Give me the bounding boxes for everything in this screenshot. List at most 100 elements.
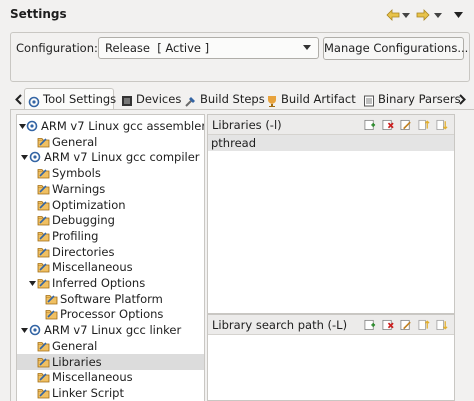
tree-item-label: Miscellaneous	[52, 260, 133, 275]
tab-label: Build Artifact	[281, 91, 356, 106]
tool-icon	[29, 151, 42, 163]
tab-label: Build Steps	[200, 91, 265, 106]
move-up-icon[interactable]	[418, 318, 430, 331]
expand-triangle-icon[interactable]	[27, 280, 37, 287]
option-category-icon	[37, 340, 50, 352]
move-down-icon[interactable]	[436, 318, 448, 331]
back-arrow-icon[interactable]	[385, 8, 401, 22]
tree-item-label: Miscellaneous	[52, 370, 133, 385]
option-category-icon	[37, 183, 50, 195]
tab-label: Devices	[136, 91, 182, 106]
tree-item[interactable]: Processor Options	[17, 306, 204, 322]
expand-triangle-icon[interactable]	[19, 327, 29, 334]
tab-devices[interactable]: Devices	[118, 88, 184, 110]
option-category-icon	[37, 214, 50, 226]
option-category-icon	[37, 167, 50, 179]
tree-item-label: Profiling	[52, 228, 99, 243]
tab-tool-settings[interactable]: Tool Settings	[24, 88, 117, 110]
forward-menu-icon[interactable]	[433, 8, 443, 22]
expand-triangle-icon[interactable]	[19, 123, 26, 130]
tab-build-artifact[interactable]: Build Artifact	[263, 88, 359, 110]
tree-item-label: Warnings	[52, 181, 106, 196]
tree-item-label: Inferred Options	[52, 276, 146, 290]
move-up-icon[interactable]	[418, 118, 430, 131]
edit-icon[interactable]	[400, 118, 412, 131]
tree-item[interactable]: Optimization	[17, 197, 204, 213]
tree-item[interactable]: Symbols	[17, 165, 204, 181]
edit-icon[interactable]	[400, 318, 412, 331]
libraries-panel: Libraries (-l) pthread	[207, 114, 455, 314]
expand-triangle-icon[interactable]	[19, 154, 29, 161]
list-item[interactable]: pthread	[208, 135, 454, 151]
option-category-icon	[37, 199, 50, 211]
chevron-down-icon	[303, 45, 311, 50]
tab-scroll-right-icon[interactable]	[456, 90, 468, 108]
tree-item[interactable]: Inferred Options	[17, 275, 204, 291]
delete-icon[interactable]	[382, 118, 394, 131]
configuration-select-value: Release [ Active ]	[105, 41, 210, 55]
tree-item-label: ARM v7 Linux gcc assembler	[41, 119, 205, 133]
tree-item[interactable]: Software Platform	[17, 291, 204, 307]
tool-settings-icon	[28, 94, 40, 107]
manage-configurations-button[interactable]: Manage Configurations...	[323, 37, 468, 60]
tab-strip: Tool Settings Devices Build Steps Build …	[10, 88, 474, 110]
libraries-toolbar	[364, 118, 448, 131]
option-category-icon	[37, 261, 50, 273]
tree-item-label: General	[52, 134, 98, 149]
tree-item[interactable]: Directories	[17, 244, 204, 260]
tree-item-label: Processor Options	[60, 307, 164, 322]
tree-item-label: Debugging	[52, 213, 115, 228]
option-category-icon	[37, 136, 50, 148]
tree-item[interactable]: General	[17, 134, 204, 150]
tree-item-label: Optimization	[52, 197, 126, 212]
devices-icon	[121, 93, 133, 106]
option-category-icon	[45, 293, 58, 305]
tree-item[interactable]: Libraries	[17, 353, 204, 370]
libraries-list[interactable]: pthread	[208, 135, 454, 151]
tab-build-steps[interactable]: Build Steps	[182, 88, 268, 110]
library-search-path-panel-title: Library search path (-L)	[212, 317, 348, 332]
configuration-select[interactable]: Release [ Active ]	[98, 37, 319, 59]
option-category-icon	[37, 356, 50, 368]
tree-item-label: Linker Script	[52, 385, 124, 400]
library-search-path-toolbar	[364, 318, 448, 331]
tool-settings-tree[interactable]: ARM v7 Linux gcc assembler General ARM v7 …	[16, 114, 205, 401]
option-category-icon	[37, 371, 50, 383]
tree-item[interactable]: Miscellaneous	[17, 369, 204, 385]
tree-item-label: Symbols	[52, 166, 101, 181]
option-category-icon	[45, 308, 58, 320]
build-artifact-icon	[266, 93, 278, 107]
tree-item[interactable]: ARM v7 Linux gcc compiler	[17, 149, 204, 165]
back-menu-icon[interactable]	[401, 8, 411, 22]
tree-item[interactable]: Linker Script	[17, 385, 204, 401]
library-search-path-panel-header: Library search path (-L)	[208, 315, 454, 335]
tree-item[interactable]: General	[17, 338, 204, 354]
view-menu-icon[interactable]	[452, 8, 464, 22]
tree-item[interactable]: ARM v7 Linux gcc assembler	[17, 118, 205, 134]
tree-item[interactable]: Miscellaneous	[17, 259, 204, 275]
tool-icon	[26, 120, 39, 132]
add-icon[interactable]	[364, 118, 376, 131]
tab-binary-parsers[interactable]: Binary Parsers	[360, 88, 464, 110]
tree-item[interactable]: ARM v7 Linux gcc linker	[17, 322, 204, 338]
add-icon[interactable]	[364, 318, 376, 331]
move-down-icon[interactable]	[436, 118, 448, 131]
delete-icon[interactable]	[382, 318, 394, 331]
option-category-icon	[37, 277, 50, 289]
tree-item[interactable]: Debugging	[17, 212, 204, 228]
tree-item[interactable]: Warnings	[17, 181, 204, 197]
tool-icon	[29, 324, 42, 336]
tab-label: Tool Settings	[43, 92, 117, 106]
tree-item-label: ARM v7 Linux gcc linker	[44, 323, 182, 338]
tab-label: Binary Parsers	[378, 91, 461, 106]
binary-parsers-icon	[363, 93, 375, 107]
tree-item[interactable]: Profiling	[17, 228, 204, 244]
option-category-icon	[37, 230, 50, 242]
forward-arrow-icon[interactable]	[415, 8, 431, 22]
tree-item-label: General	[52, 338, 98, 353]
library-search-path-panel: Library search path (-L)	[207, 314, 455, 401]
libraries-panel-title: Libraries (-l)	[212, 117, 282, 132]
option-category-icon	[37, 246, 50, 258]
page-title: Settings	[10, 7, 67, 21]
libraries-panel-header: Libraries (-l)	[208, 115, 454, 135]
